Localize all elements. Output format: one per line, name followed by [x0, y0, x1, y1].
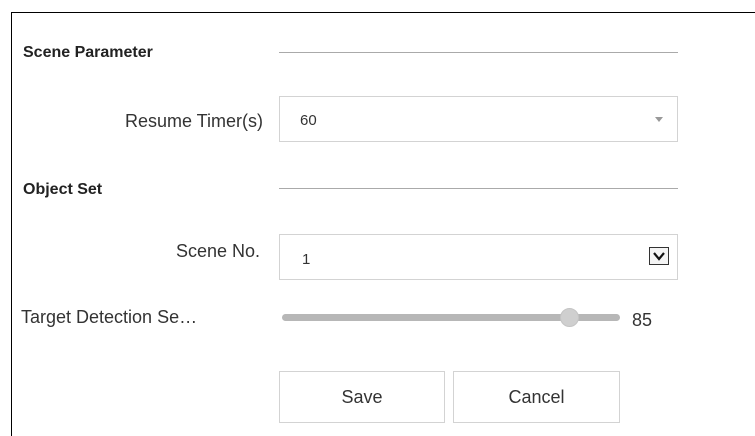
- scene-parameter-heading: Scene Parameter: [23, 44, 153, 61]
- dropdown-button[interactable]: [649, 247, 669, 265]
- scene-no-label: Scene No.: [175, 241, 260, 261]
- scene-no-select[interactable]: 1: [279, 234, 678, 280]
- chevron-down-icon: [653, 252, 665, 261]
- scene-no-value: 1: [302, 251, 311, 268]
- resume-timer-select[interactable]: 60: [279, 96, 678, 142]
- resume-timer-value: 60: [300, 112, 317, 129]
- section-divider: [279, 188, 678, 189]
- resume-timer-label: Resume Timer(s): [124, 111, 263, 131]
- cancel-button[interactable]: Cancel: [453, 371, 620, 423]
- save-button[interactable]: Save: [279, 371, 445, 423]
- target-detection-label: Target Detection Se…: [21, 307, 198, 327]
- object-set-heading: Object Set: [23, 181, 103, 198]
- section-divider: [279, 52, 678, 53]
- caret-down-icon: [655, 117, 663, 122]
- target-detection-slider[interactable]: [282, 308, 620, 327]
- target-detection-value: 85: [632, 310, 653, 330]
- slider-handle[interactable]: [560, 308, 579, 327]
